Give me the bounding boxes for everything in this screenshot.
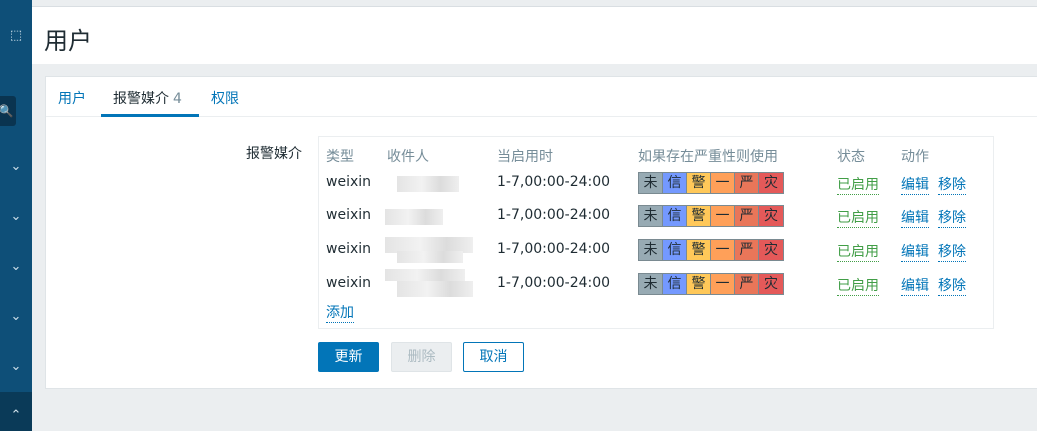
chevron-down-icon[interactable]: ⌄	[0, 357, 32, 377]
severity-cell: 严	[735, 240, 759, 260]
edit-link[interactable]: 编辑	[901, 241, 929, 262]
media-when-active: 1-7,00:00-24:00	[497, 207, 611, 223]
severity-cell: 一	[711, 206, 735, 226]
media-type: weixin	[326, 241, 372, 257]
media-type: weixin	[326, 174, 372, 190]
remove-link[interactable]: 移除	[938, 275, 966, 296]
severity-cell: 灾	[759, 274, 783, 294]
edit-link[interactable]: 编辑	[901, 275, 929, 296]
tab-media-count: 4	[173, 91, 182, 107]
page-title: 用户	[44, 27, 92, 55]
column-header-action: 动作	[901, 149, 929, 165]
bracket-square-icon[interactable]: ⬚	[0, 26, 32, 46]
severity-cell: 警	[687, 173, 711, 193]
status-enabled[interactable]: 已启用	[837, 207, 879, 228]
tab-permissions-label: 权限	[211, 91, 239, 107]
media-type: weixin	[326, 207, 372, 223]
severity-cell: 警	[687, 240, 711, 260]
column-header-type: 类型	[326, 149, 354, 165]
sidebar-collapse[interactable]: ⌃	[0, 392, 32, 431]
severity-indicator: 未信警一严灾	[638, 239, 784, 261]
tab-user-label: 用户	[58, 91, 86, 107]
recipient-redacted	[397, 176, 459, 192]
update-button[interactable]: 更新	[318, 342, 379, 372]
remove-link[interactable]: 移除	[938, 207, 966, 228]
edit-link[interactable]: 编辑	[901, 174, 929, 195]
chevron-down-icon[interactable]: ⌄	[0, 257, 32, 277]
table-row: weixin 1-7,00:00-24:00 未信警一严灾 已启用 编辑 移除	[319, 205, 993, 229]
main-panel: 用户 报警媒介 4 权限 报警媒介 类型 收件人 当启用时 如果存在严重性则使用 …	[45, 76, 1037, 389]
remove-link[interactable]: 移除	[938, 241, 966, 262]
column-header-severity: 如果存在严重性则使用	[638, 149, 778, 165]
tab-permissions[interactable]: 权限	[211, 88, 239, 108]
severity-cell: 未	[639, 206, 663, 226]
active-tab-indicator	[101, 114, 199, 117]
status-enabled[interactable]: 已启用	[837, 174, 879, 195]
severity-cell: 一	[711, 173, 735, 193]
chevron-down-icon[interactable]: ⌄	[0, 307, 32, 327]
search-button[interactable]: 🔍	[0, 96, 16, 126]
page-header: 用户	[32, 6, 1037, 64]
severity-cell: 一	[711, 274, 735, 294]
severity-cell: 未	[639, 274, 663, 294]
severity-indicator: 未信警一严灾	[638, 205, 784, 227]
severity-cell: 一	[711, 240, 735, 260]
sidebar: ⬚ 🔍 ⌄ ⌄ ⌄ ⌄ ⌄ ⌃	[0, 0, 32, 431]
status-enabled[interactable]: 已启用	[837, 241, 879, 262]
severity-cell: 信	[663, 173, 687, 193]
severity-cell: 信	[663, 274, 687, 294]
media-table: 类型 收件人 当启用时 如果存在严重性则使用 状态 动作 weixin 1-7,0…	[318, 136, 994, 329]
media-when-active: 1-7,00:00-24:00	[497, 174, 611, 190]
table-row: weixin 1-7,00:00-24:00 未信警一严灾 已启用 编辑 移除	[319, 172, 993, 196]
severity-cell: 警	[687, 274, 711, 294]
column-header-recipient: 收件人	[387, 149, 429, 165]
severity-cell: 警	[687, 206, 711, 226]
table-row: weixin 1-7,00:00-24:00 未信警一严灾 已启用 编辑 移除	[319, 237, 993, 263]
table-row: weixin 1-7,00:00-24:00 未信警一严灾 已启用 编辑 移除	[319, 269, 993, 297]
recipient-redacted	[385, 209, 443, 225]
severity-cell: 严	[735, 274, 759, 294]
severity-cell: 未	[639, 173, 663, 193]
severity-cell: 严	[735, 206, 759, 226]
media-when-active: 1-7,00:00-24:00	[497, 241, 611, 257]
tab-media-label: 报警媒介	[113, 91, 169, 107]
tab-user[interactable]: 用户	[58, 88, 86, 108]
cancel-button[interactable]: 取消	[463, 342, 524, 372]
edit-link[interactable]: 编辑	[901, 207, 929, 228]
tab-media[interactable]: 报警媒介 4	[113, 88, 182, 108]
remove-link[interactable]: 移除	[938, 174, 966, 195]
severity-cell: 信	[663, 206, 687, 226]
severity-cell: 灾	[759, 173, 783, 193]
search-icon: 🔍	[0, 104, 14, 118]
severity-cell: 灾	[759, 240, 783, 260]
column-header-status: 状态	[837, 149, 865, 165]
chevron-up-icon: ⌃	[10, 408, 22, 423]
severity-cell: 信	[663, 240, 687, 260]
severity-indicator: 未信警一严灾	[638, 273, 784, 295]
media-field-label: 报警媒介	[246, 146, 302, 162]
delete-button: 删除	[391, 342, 452, 372]
media-when-active: 1-7,00:00-24:00	[497, 275, 611, 291]
media-type: weixin	[326, 275, 372, 291]
column-header-when-active: 当启用时	[497, 149, 553, 165]
severity-indicator: 未信警一严灾	[638, 172, 784, 194]
add-media-link[interactable]: 添加	[326, 302, 354, 323]
severity-cell: 灾	[759, 206, 783, 226]
recipient-redacted	[385, 269, 465, 281]
chevron-down-icon[interactable]: ⌄	[0, 157, 32, 177]
severity-cell: 严	[735, 173, 759, 193]
recipient-redacted	[397, 251, 463, 263]
severity-cell: 未	[639, 240, 663, 260]
chevron-down-icon[interactable]: ⌄	[0, 207, 32, 227]
recipient-redacted	[397, 281, 473, 297]
status-enabled[interactable]: 已启用	[837, 275, 879, 296]
tab-bar: 用户 报警媒介 4 权限	[46, 77, 1037, 117]
